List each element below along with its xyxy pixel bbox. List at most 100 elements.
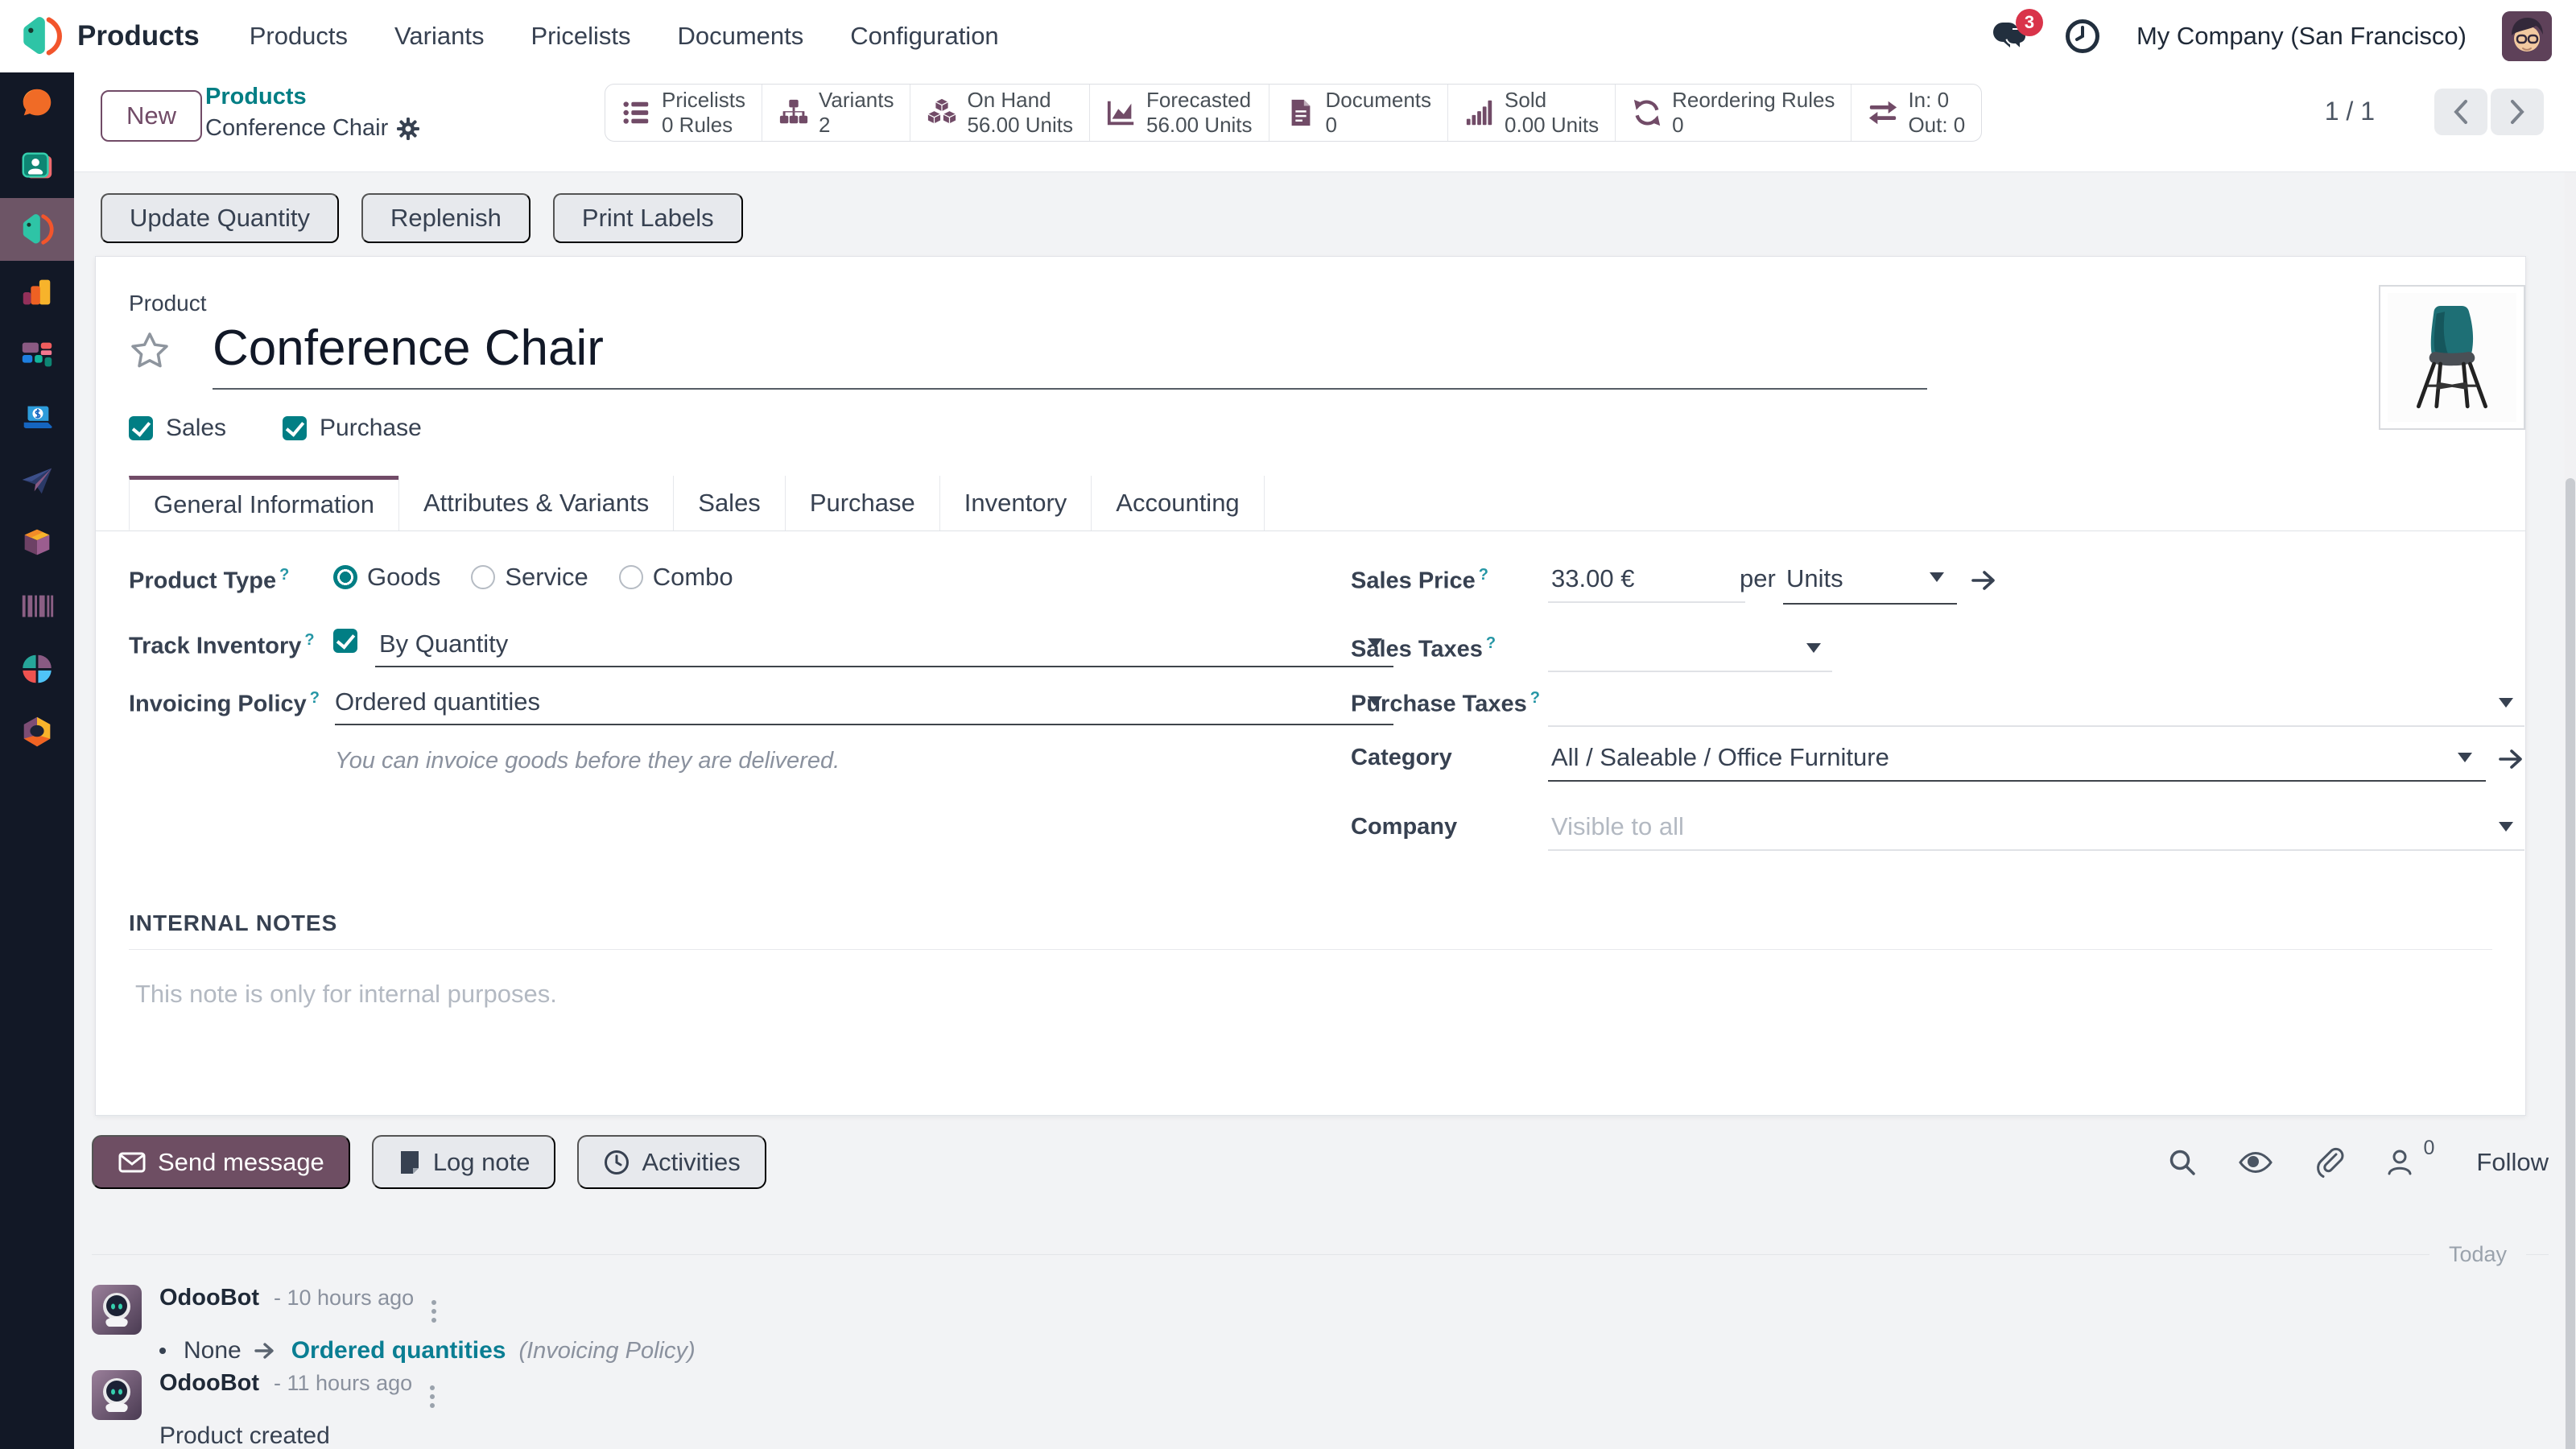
products-app-logo-icon <box>18 13 64 60</box>
message-author[interactable]: OdooBot <box>159 1285 259 1311</box>
sidebar-item-email-marketing[interactable] <box>0 449 74 512</box>
sidebar-item-apps[interactable] <box>0 324 74 386</box>
followers-icon[interactable]: 0 <box>2384 1146 2417 1179</box>
menu-variants[interactable]: Variants <box>394 22 484 51</box>
purchase-checkbox[interactable]: Purchase <box>283 415 422 442</box>
user-avatar[interactable] <box>2502 11 2552 61</box>
sidebar-item-discuss[interactable] <box>0 72 74 135</box>
activities-button[interactable]: Activities <box>577 1135 766 1189</box>
replenish-button[interactable]: Replenish <box>361 193 530 243</box>
eye-icon[interactable] <box>2238 1149 2273 1176</box>
note-icon <box>398 1150 422 1175</box>
availability-checkboxes: Sales Purchase <box>129 415 422 442</box>
stat-in-out[interactable]: In: 0Out: 0 <box>1852 85 1981 141</box>
chevron-down-icon[interactable] <box>2458 753 2472 762</box>
stat-forecasted[interactable]: Forecasted56.00 Units <box>1090 85 1269 141</box>
checkbox-checked-icon[interactable] <box>283 416 307 440</box>
track-inventory-select[interactable]: By Quantity <box>379 630 508 658</box>
new-value-link[interactable]: Ordered quantities <box>291 1337 506 1364</box>
favorite-star-icon[interactable] <box>129 331 171 371</box>
stat-documents[interactable]: Documents0 <box>1269 85 1449 141</box>
track-inventory-checkbox[interactable] <box>333 629 357 653</box>
chevron-down-icon[interactable] <box>2499 698 2513 708</box>
help-icon[interactable]: ? <box>304 631 314 649</box>
internal-notes-input[interactable]: This note is only for internal purposes. <box>135 980 557 1009</box>
message-menu-icon[interactable] <box>427 1382 438 1411</box>
sidebar-item-analytics[interactable] <box>0 261 74 324</box>
new-button[interactable]: New <box>101 90 202 142</box>
sidebar-item-inventory[interactable] <box>0 512 74 575</box>
activity-clock-icon[interactable] <box>2064 18 2101 55</box>
message-menu-icon[interactable] <box>428 1297 440 1326</box>
internal-link-arrow-icon[interactable] <box>1971 568 1999 592</box>
company-switcher[interactable]: My Company (San Francisco) <box>2136 22 2467 51</box>
internal-link-arrow-icon[interactable] <box>2499 746 2526 770</box>
follow-button[interactable]: Follow <box>2476 1148 2549 1177</box>
pager-next-button[interactable] <box>2491 89 2544 135</box>
menu-pricelists[interactable]: Pricelists <box>530 22 630 51</box>
radio-goods[interactable]: Goods <box>333 563 440 592</box>
product-title-input[interactable]: Conference Chair <box>213 320 1927 390</box>
menu-products[interactable]: Products <box>250 22 348 51</box>
search-messages-icon[interactable] <box>2167 1147 2198 1178</box>
tab-general-information[interactable]: General Information <box>129 476 398 530</box>
stat-pricelists[interactable]: Pricelists0 Rules <box>605 85 762 141</box>
tab-inventory[interactable]: Inventory <box>939 476 1092 530</box>
breadcrumb-parent-link[interactable]: Products <box>205 84 420 110</box>
tab-purchase[interactable]: Purchase <box>785 476 939 530</box>
stat-on-hand[interactable]: On Hand56.00 Units <box>910 85 1090 141</box>
send-message-button[interactable]: Send message <box>92 1135 350 1189</box>
tab-attributes-variants[interactable]: Attributes & Variants <box>398 476 673 530</box>
stat-label: Variants <box>819 88 894 113</box>
scrollbar-thumb[interactable] <box>2566 478 2575 1449</box>
stat-sold[interactable]: Sold0.00 Units <box>1448 85 1616 141</box>
menu-configuration[interactable]: Configuration <box>850 22 998 51</box>
menu-documents[interactable]: Documents <box>677 22 803 51</box>
tab-sales[interactable]: Sales <box>673 476 785 530</box>
sidebar-item-contacts[interactable] <box>0 135 74 198</box>
company-label: Company <box>1351 814 1457 840</box>
paperclip-icon[interactable] <box>2314 1146 2344 1179</box>
form-tabs: General Information Attributes & Variant… <box>96 476 2525 531</box>
sidebar-item-barcode[interactable] <box>0 575 74 638</box>
update-quantity-button[interactable]: Update Quantity <box>101 193 339 243</box>
print-labels-button[interactable]: Print Labels <box>553 193 743 243</box>
stat-reordering-rules[interactable]: Reordering Rules0 <box>1616 85 1852 141</box>
sidebar-item-dashboards[interactable] <box>0 638 74 700</box>
log-note-button[interactable]: Log note <box>372 1135 556 1189</box>
company-select[interactable]: Visible to all <box>1551 812 1684 841</box>
radio-service[interactable]: Service <box>471 563 588 592</box>
chair-image <box>2388 293 2516 422</box>
stat-label: Pricelists <box>662 88 745 113</box>
product-image[interactable] <box>2379 285 2525 430</box>
bar-chart-icon <box>1464 97 1495 128</box>
category-select[interactable]: All / Saleable / Office Furniture <box>1551 743 1889 772</box>
help-icon[interactable]: ? <box>1530 689 1540 707</box>
checkbox-checked-icon[interactable] <box>129 416 153 440</box>
help-icon[interactable]: ? <box>1486 634 1496 652</box>
sales-checkbox[interactable]: Sales <box>129 415 226 442</box>
message-author[interactable]: OdooBot <box>159 1370 259 1397</box>
sidebar-item-products[interactable] <box>0 198 74 261</box>
sidebar-item-sales[interactable] <box>0 386 74 449</box>
tab-accounting[interactable]: Accounting <box>1091 476 1264 530</box>
product-label: Product <box>129 291 207 316</box>
invoicing-policy-label: Invoicing Policy? <box>129 689 320 718</box>
radio-combo[interactable]: Combo <box>619 563 733 592</box>
stat-value: 0.00 Units <box>1505 113 1599 138</box>
invoicing-policy-select[interactable]: Ordered quantities <box>335 687 540 716</box>
help-icon[interactable]: ? <box>279 566 289 584</box>
scrollbar[interactable] <box>2565 172 2576 1449</box>
chevron-down-icon[interactable] <box>1806 643 1821 653</box>
help-icon[interactable]: ? <box>1479 566 1488 584</box>
sales-price-input[interactable]: 33.00 € <box>1551 564 1634 593</box>
sidebar-item-manufacturing[interactable] <box>0 700 74 763</box>
pager-previous-button[interactable] <box>2434 89 2487 135</box>
help-icon[interactable]: ? <box>310 689 320 707</box>
messages-icon[interactable]: 3 <box>1990 19 2029 54</box>
uom-select[interactable]: Units <box>1786 564 1843 593</box>
gear-icon[interactable] <box>396 117 420 141</box>
chevron-down-icon[interactable] <box>1930 572 1944 582</box>
chevron-down-icon[interactable] <box>2499 822 2513 832</box>
stat-variants[interactable]: Variants2 <box>762 85 910 141</box>
